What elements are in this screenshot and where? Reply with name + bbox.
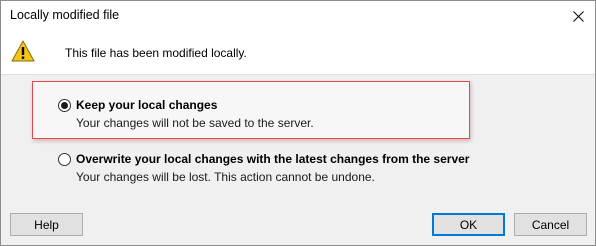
- info-banner: This file has been modified locally.: [1, 31, 595, 75]
- option-keep-local-description: Your changes will not be saved to the se…: [76, 116, 314, 130]
- radio-overwrite[interactable]: [58, 153, 71, 166]
- warning-icon: [11, 40, 35, 62]
- banner-message: This file has been modified locally.: [65, 46, 247, 60]
- title-bar: Locally modified file: [1, 1, 595, 31]
- option-overwrite-label: Overwrite your local changes with the la…: [76, 152, 470, 166]
- dialog-title: Locally modified file: [10, 8, 120, 22]
- help-button[interactable]: Help: [10, 213, 83, 236]
- cancel-button[interactable]: Cancel: [514, 213, 587, 236]
- option-overwrite-description: Your changes will be lost. This action c…: [76, 170, 375, 184]
- close-icon: [572, 10, 584, 22]
- locally-modified-file-dialog: Locally modified file This file has been…: [0, 0, 596, 246]
- option-keep-local-label: Keep your local changes: [76, 98, 218, 112]
- close-button[interactable]: [561, 1, 595, 31]
- radio-keep-local[interactable]: [58, 99, 71, 112]
- ok-button[interactable]: OK: [432, 213, 505, 236]
